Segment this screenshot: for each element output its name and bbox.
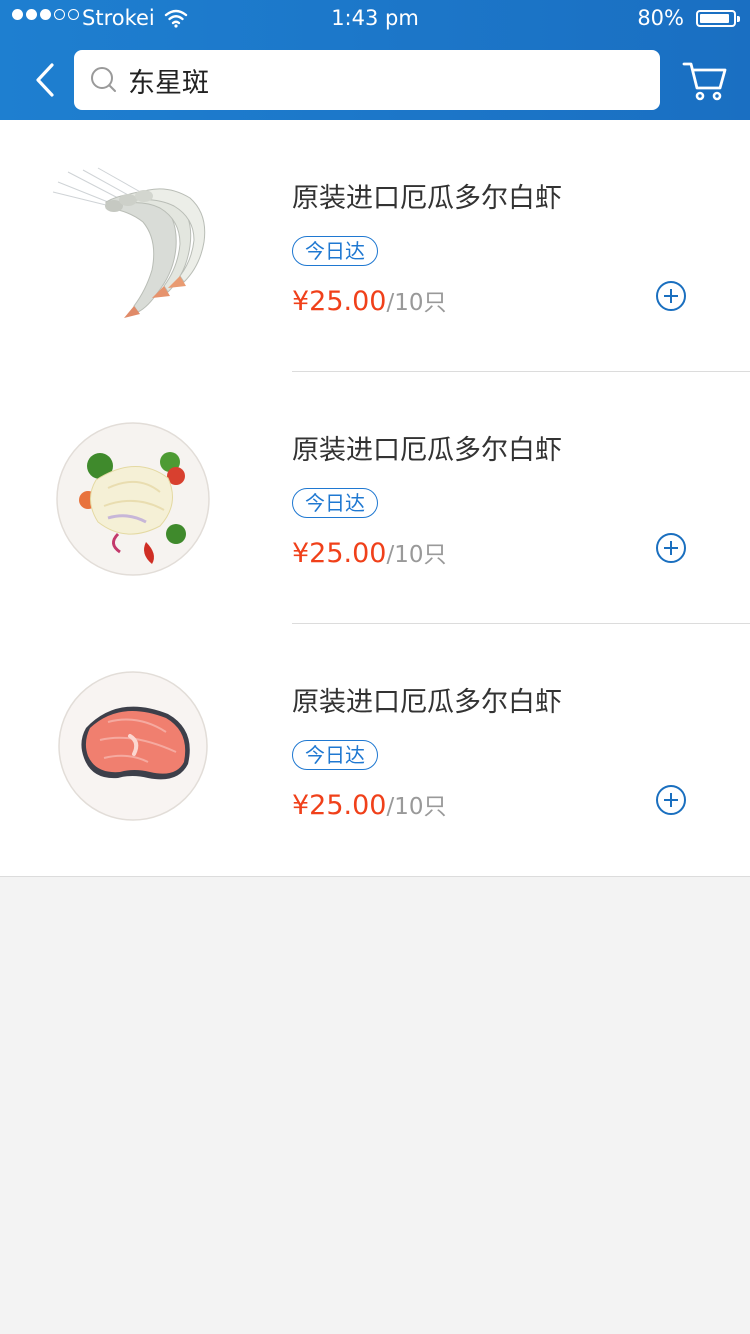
salmon-steak-plate-image[interactable] — [48, 666, 218, 836]
price-row: ¥25.00/10只 — [292, 283, 447, 317]
price-row: ¥25.00/10只 — [292, 787, 447, 821]
delivery-tag: 今日达 — [292, 236, 378, 266]
product-unit: /10只 — [386, 290, 447, 316]
delivery-tag: 今日达 — [292, 740, 378, 770]
product-unit: /10只 — [386, 542, 447, 568]
product-title[interactable]: 原装进口厄瓜多尔白虾 — [292, 176, 562, 215]
product-price: ¥25.00 — [292, 286, 387, 317]
product-list: 原装进口厄瓜多尔白虾 今日达 ¥25.00/10只 原装进口厄瓜多尔白虾 今日达… — [0, 120, 750, 877]
top-bar: Strokei 1:43 pm 80% — [0, 0, 750, 120]
product-item[interactable]: 原装进口厄瓜多尔白虾 今日达 ¥25.00/10只 — [0, 372, 750, 624]
fish-fillet-plate-image[interactable] — [48, 414, 218, 584]
search-box[interactable] — [74, 50, 660, 110]
shrimp-image[interactable] — [48, 162, 218, 332]
product-unit: /10只 — [386, 794, 447, 820]
product-price: ¥25.00 — [292, 538, 387, 569]
product-title[interactable]: 原装进口厄瓜多尔白虾 — [292, 680, 562, 719]
search-icon — [91, 67, 116, 92]
search-nav-bar — [0, 40, 750, 120]
cart-icon[interactable] — [682, 58, 728, 102]
price-row: ¥25.00/10只 — [292, 535, 447, 569]
battery-icon — [696, 10, 740, 27]
plus-circle-icon[interactable] — [655, 280, 687, 312]
product-item[interactable]: 原装进口厄瓜多尔白虾 今日达 ¥25.00/10只 — [0, 120, 750, 372]
search-input[interactable] — [128, 58, 648, 102]
product-title[interactable]: 原装进口厄瓜多尔白虾 — [292, 428, 562, 467]
battery-percentage: 80% — [637, 6, 684, 30]
chevron-left-icon[interactable] — [28, 60, 64, 100]
delivery-tag: 今日达 — [292, 488, 378, 518]
status-bar: Strokei 1:43 pm 80% — [0, 0, 750, 40]
product-item[interactable]: 原装进口厄瓜多尔白虾 今日达 ¥25.00/10只 — [0, 624, 750, 876]
product-price: ¥25.00 — [292, 790, 387, 821]
plus-circle-icon[interactable] — [655, 784, 687, 816]
plus-circle-icon[interactable] — [655, 532, 687, 564]
